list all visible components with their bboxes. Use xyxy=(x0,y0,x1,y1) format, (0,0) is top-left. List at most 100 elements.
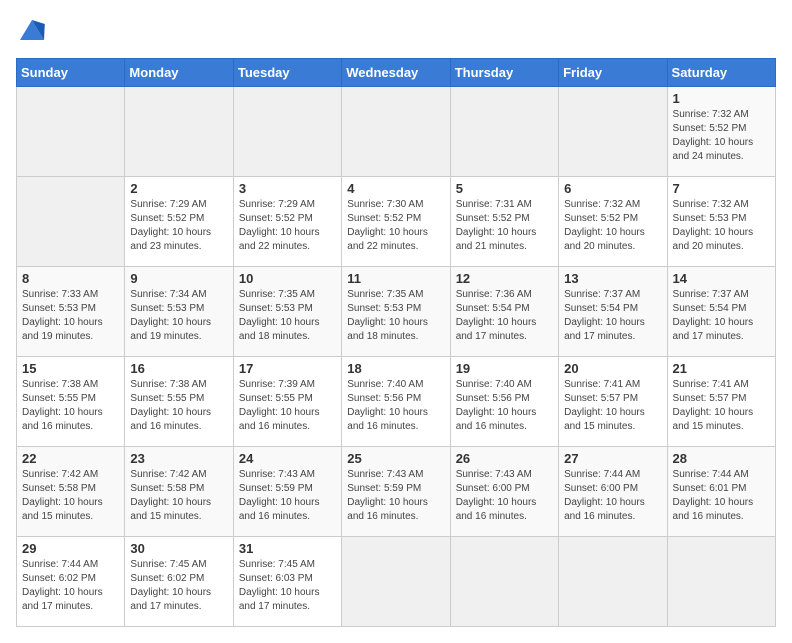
calendar-cell: 15 Sunrise: 7:38 AMSunset: 5:55 PMDayligh… xyxy=(17,357,125,447)
cell-content: Sunrise: 7:43 AMSunset: 5:59 PMDaylight:… xyxy=(347,468,444,524)
calendar-cell: 17Sunrise: 7:39 AMSunset: 5:55 PMDayligh… xyxy=(233,357,341,447)
calendar-cell: 30Sunrise: 7:45 AMSunset: 6:02 PMDayligh… xyxy=(125,537,233,627)
calendar-cell: 24 Sunrise: 7:43 AMSunset: 5:59 PMDayligh… xyxy=(233,447,341,537)
calendar-cell: 10 Sunrise: 7:35 AMSunset: 5:53 PMDayligh… xyxy=(233,267,341,357)
calendar-body: 1 Sunrise: 7:32 AMSunset: 5:52 PMDaylight… xyxy=(17,87,776,627)
calendar-cell: 29Sunrise: 7:44 AMSunset: 6:02 PMDayligh… xyxy=(17,537,125,627)
calendar-week-2: 8 Sunrise: 7:33 AMSunset: 5:53 PMDaylight… xyxy=(17,267,776,357)
calendar-cell: 18Sunrise: 7:40 AMSunset: 5:56 PMDayligh… xyxy=(342,357,450,447)
page-header xyxy=(16,16,776,48)
cell-content: Sunrise: 7:45 AMSunset: 6:03 PMDaylight:… xyxy=(239,558,336,614)
calendar-cell xyxy=(125,87,233,177)
calendar-cell: 3Sunrise: 7:29 AMSunset: 5:52 PMDaylight… xyxy=(233,177,341,267)
calendar-cell: 2 Sunrise: 7:29 AMSunset: 5:52 PMDaylight… xyxy=(125,177,233,267)
day-number: 13 xyxy=(564,271,661,286)
cell-content: Sunrise: 7:43 AMSunset: 5:59 PMDaylight:… xyxy=(239,468,336,524)
calendar-cell: 14Sunrise: 7:37 AMSunset: 5:54 PMDayligh… xyxy=(667,267,775,357)
calendar-cell: 28 Sunrise: 7:44 AMSunset: 6:01 PMDayligh… xyxy=(667,447,775,537)
cell-content: Sunrise: 7:43 AMSunset: 6:00 PMDaylight:… xyxy=(456,468,553,524)
calendar-cell xyxy=(559,537,667,627)
day-number: 1 xyxy=(673,91,770,106)
calendar-cell: 8 Sunrise: 7:33 AMSunset: 5:53 PMDaylight… xyxy=(17,267,125,357)
cell-content: Sunrise: 7:35 AMSunset: 5:53 PMDaylight:… xyxy=(239,288,336,344)
day-number: 26 xyxy=(456,451,553,466)
header-cell-tuesday: Tuesday xyxy=(233,59,341,87)
calendar-cell: 21Sunrise: 7:41 AMSunset: 5:57 PMDayligh… xyxy=(667,357,775,447)
day-number: 30 xyxy=(130,541,227,556)
day-number: 21 xyxy=(673,361,770,376)
calendar-cell: 22 Sunrise: 7:42 AMSunset: 5:58 PMDayligh… xyxy=(17,447,125,537)
day-number: 15 xyxy=(22,361,119,376)
calendar-header: SundayMondayTuesdayWednesdayThursdayFrid… xyxy=(17,59,776,87)
calendar-cell: 6Sunrise: 7:32 AMSunset: 5:52 PMDaylight… xyxy=(559,177,667,267)
day-number: 23 xyxy=(130,451,227,466)
day-number: 6 xyxy=(564,181,661,196)
calendar: SundayMondayTuesdayWednesdayThursdayFrid… xyxy=(16,58,776,627)
day-number: 3 xyxy=(239,181,336,196)
calendar-cell: 7 Sunrise: 7:32 AMSunset: 5:53 PMDaylight… xyxy=(667,177,775,267)
calendar-week-1: 2 Sunrise: 7:29 AMSunset: 5:52 PMDaylight… xyxy=(17,177,776,267)
cell-content: Sunrise: 7:35 AMSunset: 5:53 PMDaylight:… xyxy=(347,288,444,344)
day-number: 27 xyxy=(564,451,661,466)
calendar-cell: 11 Sunrise: 7:35 AMSunset: 5:53 PMDayligh… xyxy=(342,267,450,357)
cell-content: Sunrise: 7:42 AMSunset: 5:58 PMDaylight:… xyxy=(22,468,119,524)
calendar-cell xyxy=(17,177,125,267)
calendar-cell: 13 Sunrise: 7:37 AMSunset: 5:54 PMDayligh… xyxy=(559,267,667,357)
cell-content: Sunrise: 7:42 AMSunset: 5:58 PMDaylight:… xyxy=(130,468,227,524)
calendar-cell: 5Sunrise: 7:31 AMSunset: 5:52 PMDaylight… xyxy=(450,177,558,267)
calendar-cell xyxy=(450,87,558,177)
calendar-cell xyxy=(342,537,450,627)
day-number: 20 xyxy=(564,361,661,376)
cell-content: Sunrise: 7:44 AMSunset: 6:01 PMDaylight:… xyxy=(673,468,770,524)
cell-content: Sunrise: 7:29 AMSunset: 5:52 PMDaylight:… xyxy=(130,198,227,254)
calendar-week-3: 15 Sunrise: 7:38 AMSunset: 5:55 PMDayligh… xyxy=(17,357,776,447)
header-cell-sunday: Sunday xyxy=(17,59,125,87)
day-number: 2 xyxy=(130,181,227,196)
cell-content: Sunrise: 7:33 AMSunset: 5:53 PMDaylight:… xyxy=(22,288,119,344)
cell-content: Sunrise: 7:38 AMSunset: 5:55 PMDaylight:… xyxy=(22,378,119,434)
calendar-cell xyxy=(17,87,125,177)
cell-content: Sunrise: 7:40 AMSunset: 5:56 PMDaylight:… xyxy=(456,378,553,434)
header-cell-friday: Friday xyxy=(559,59,667,87)
day-number: 8 xyxy=(22,271,119,286)
day-number: 24 xyxy=(239,451,336,466)
cell-content: Sunrise: 7:44 AMSunset: 6:00 PMDaylight:… xyxy=(564,468,661,524)
day-number: 16 xyxy=(130,361,227,376)
calendar-cell: 19Sunrise: 7:40 AMSunset: 5:56 PMDayligh… xyxy=(450,357,558,447)
calendar-cell: 1 Sunrise: 7:32 AMSunset: 5:52 PMDaylight… xyxy=(667,87,775,177)
calendar-cell: 9 Sunrise: 7:34 AMSunset: 5:53 PMDaylight… xyxy=(125,267,233,357)
calendar-cell: 12Sunrise: 7:36 AMSunset: 5:54 PMDayligh… xyxy=(450,267,558,357)
calendar-cell: 20Sunrise: 7:41 AMSunset: 5:57 PMDayligh… xyxy=(559,357,667,447)
logo xyxy=(16,16,52,48)
day-number: 12 xyxy=(456,271,553,286)
cell-content: Sunrise: 7:32 AMSunset: 5:52 PMDaylight:… xyxy=(673,108,770,164)
logo-icon xyxy=(16,16,48,48)
header-cell-thursday: Thursday xyxy=(450,59,558,87)
cell-content: Sunrise: 7:34 AMSunset: 5:53 PMDaylight:… xyxy=(130,288,227,344)
day-number: 7 xyxy=(673,181,770,196)
cell-content: Sunrise: 7:40 AMSunset: 5:56 PMDaylight:… xyxy=(347,378,444,434)
calendar-cell xyxy=(559,87,667,177)
calendar-cell xyxy=(233,87,341,177)
header-row: SundayMondayTuesdayWednesdayThursdayFrid… xyxy=(17,59,776,87)
day-number: 5 xyxy=(456,181,553,196)
calendar-week-4: 22 Sunrise: 7:42 AMSunset: 5:58 PMDayligh… xyxy=(17,447,776,537)
calendar-cell: 31 Sunrise: 7:45 AMSunset: 6:03 PMDayligh… xyxy=(233,537,341,627)
day-number: 14 xyxy=(673,271,770,286)
day-number: 22 xyxy=(22,451,119,466)
cell-content: Sunrise: 7:32 AMSunset: 5:53 PMDaylight:… xyxy=(673,198,770,254)
day-number: 11 xyxy=(347,271,444,286)
day-number: 28 xyxy=(673,451,770,466)
calendar-week-5: 29Sunrise: 7:44 AMSunset: 6:02 PMDayligh… xyxy=(17,537,776,627)
calendar-cell: 27 Sunrise: 7:44 AMSunset: 6:00 PMDayligh… xyxy=(559,447,667,537)
calendar-cell xyxy=(450,537,558,627)
calendar-cell xyxy=(667,537,775,627)
cell-content: Sunrise: 7:38 AMSunset: 5:55 PMDaylight:… xyxy=(130,378,227,434)
cell-content: Sunrise: 7:37 AMSunset: 5:54 PMDaylight:… xyxy=(564,288,661,344)
day-number: 10 xyxy=(239,271,336,286)
day-number: 9 xyxy=(130,271,227,286)
header-cell-saturday: Saturday xyxy=(667,59,775,87)
cell-content: Sunrise: 7:30 AMSunset: 5:52 PMDaylight:… xyxy=(347,198,444,254)
day-number: 31 xyxy=(239,541,336,556)
calendar-cell: 16 Sunrise: 7:38 AMSunset: 5:55 PMDayligh… xyxy=(125,357,233,447)
